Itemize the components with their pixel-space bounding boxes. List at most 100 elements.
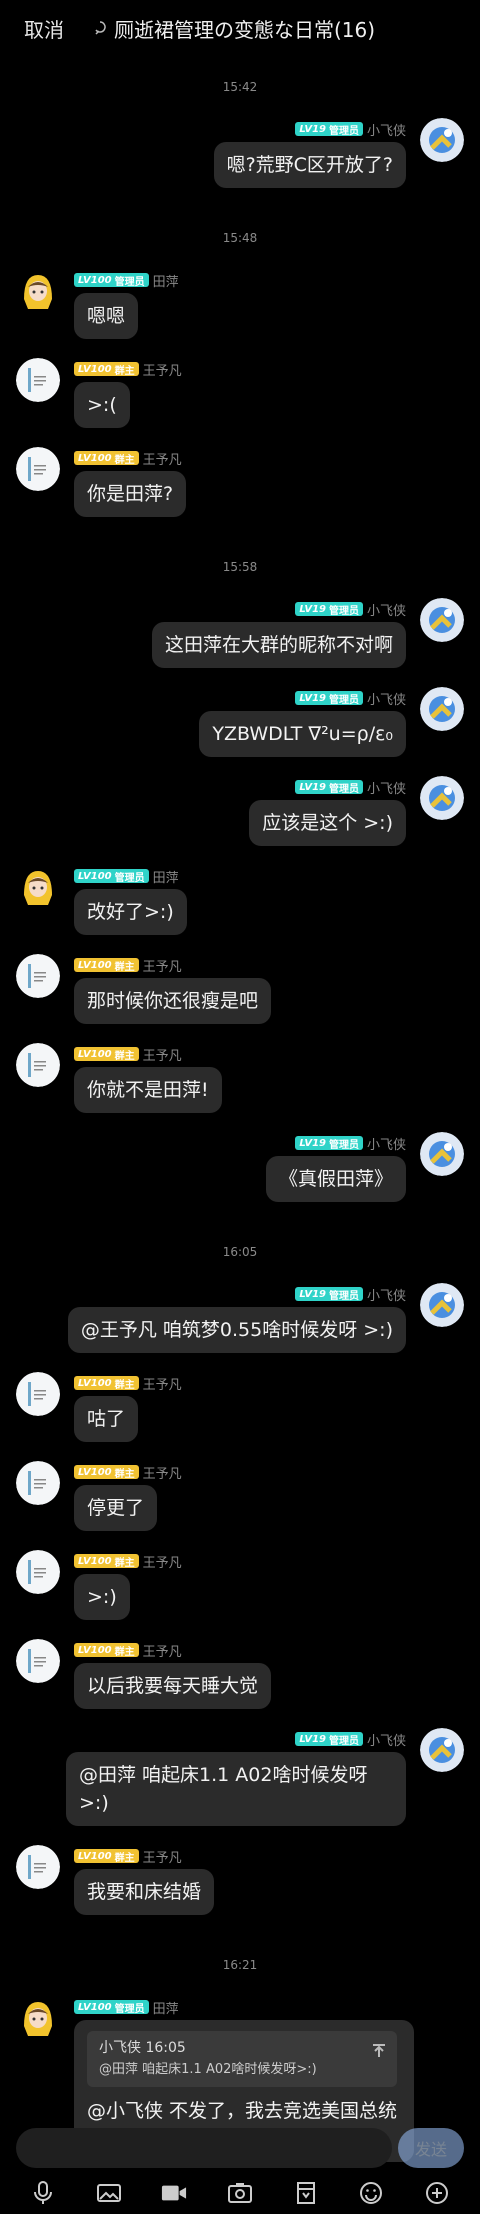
message-text: >:(	[87, 394, 117, 416]
role-badge: LV100 群主	[74, 1554, 139, 1569]
sender-name: 田萍	[152, 274, 179, 290]
role-label: 群主	[114, 1646, 135, 1658]
message-row: LV19 管理员 小飞侠 @田萍 咱起床1.1 A02啥时候发呀>:)	[0, 1728, 480, 1826]
level-label: LV100	[78, 1466, 112, 1478]
message-row: LV19 管理员 小飞侠 应该是这个 >:)	[0, 776, 480, 846]
sender-name: 王予凡	[142, 452, 182, 468]
input-bar: 发送	[0, 2124, 480, 2168]
xiaofeixia-avatar[interactable]	[420, 118, 464, 162]
wangyufan-avatar[interactable]	[16, 954, 60, 998]
role-label: 管理员	[114, 872, 145, 884]
message-row: LV19 管理员 小飞侠 嗯?荒野C区开放了?	[0, 118, 480, 188]
message-bubble[interactable]: 嗯?荒野C区开放了?	[213, 142, 406, 188]
message-text: 以后我要每天睡大觉	[87, 1675, 259, 1697]
wangyufan-avatar[interactable]	[16, 1043, 60, 1087]
send-button[interactable]: 发送	[398, 2128, 464, 2168]
sender-meta: LV100 群主 王予凡	[74, 1550, 480, 1572]
emoji-icon[interactable]	[358, 2180, 384, 2206]
role-badge: LV19 管理员	[295, 1136, 363, 1151]
role-label: 群主	[114, 1852, 135, 1864]
sender-meta: LV100 群主 王予凡	[74, 954, 480, 976]
message-bubble[interactable]: 你是田萍?	[74, 471, 187, 517]
message-bubble[interactable]: 改好了>:)	[74, 889, 187, 935]
wangyufan-avatar[interactable]	[16, 1372, 60, 1416]
message-bubble[interactable]: >:(	[74, 382, 130, 428]
message-text: 嗯嗯	[87, 305, 126, 327]
video-icon[interactable]	[161, 2180, 187, 2206]
message-bubble[interactable]: 以后我要每天睡大觉	[74, 1663, 272, 1709]
message-bubble[interactable]: 你就不是田萍!	[74, 1067, 222, 1113]
xiaofeixia-avatar[interactable]	[420, 598, 464, 642]
message-bubble[interactable]: 应该是这个 >:)	[249, 800, 406, 846]
sender-meta: LV100 管理员 田萍	[74, 865, 480, 887]
sender-meta: LV100 群主 王予凡	[74, 1461, 480, 1483]
sender-meta: LV100 群主 王予凡	[74, 1845, 480, 1867]
quoted-reply[interactable]: 小飞侠 16:05 @田萍 咱起床1.1 A02啥时候发呀>:)	[87, 2031, 397, 2087]
message-bubble[interactable]: YZBWDLT ∇²u=ρ/ε₀	[199, 711, 406, 757]
image-icon[interactable]	[96, 2180, 122, 2206]
sender-name: 王予凡	[142, 1850, 182, 1866]
quoted-text: @田萍 咱起床1.1 A02啥时候发呀>:)	[99, 2062, 317, 2077]
message-bubble[interactable]: @王予凡 咱筑梦0.55啥时候发呀 >:)	[67, 1307, 406, 1353]
message-bubble[interactable]: 那时候你还很瘦是吧	[74, 978, 272, 1024]
role-badge: LV19 管理员	[295, 602, 363, 617]
role-label: 群主	[114, 1379, 135, 1391]
chat-title: 厕逝裙管理の变態な日常(16)	[114, 17, 376, 42]
camera-icon[interactable]	[227, 2180, 253, 2206]
xiaofeixia-avatar[interactable]	[420, 1728, 464, 1772]
tianping-avatar[interactable]	[16, 1996, 60, 2040]
wangyufan-avatar[interactable]	[16, 358, 60, 402]
role-badge: LV100 群主	[74, 1465, 139, 1480]
tianping-avatar[interactable]	[16, 865, 60, 909]
sender-meta: LV100 管理员 田萍	[74, 1996, 480, 2018]
level-label: LV100	[78, 1555, 112, 1567]
message-input[interactable]	[16, 2128, 392, 2168]
message-bubble[interactable]: 嗯嗯	[74, 293, 139, 339]
wangyufan-avatar[interactable]	[16, 447, 60, 491]
xiaofeixia-avatar[interactable]	[420, 687, 464, 731]
voice-icon[interactable]	[30, 2180, 56, 2206]
level-label: LV19	[299, 1137, 326, 1149]
message-row: LV19 管理员 小飞侠 《真假田萍》	[0, 1132, 480, 1202]
wangyufan-avatar[interactable]	[16, 1461, 60, 1505]
sender-name: 小飞侠	[366, 692, 406, 708]
jump-to-icon[interactable]	[371, 2039, 387, 2057]
xiaofeixia-avatar[interactable]	[420, 776, 464, 820]
level-label: LV19	[299, 781, 326, 793]
message-bubble[interactable]: 我要和床结婚	[74, 1869, 215, 1915]
plus-icon[interactable]	[424, 2180, 450, 2206]
sender-name: 王予凡	[142, 1555, 182, 1571]
message-list[interactable]: 15:42 LV19 管理员 小飞侠 嗯?荒野C区开放了? 15:48 LV100 管理员 田萍…	[0, 56, 480, 2181]
wangyufan-avatar[interactable]	[16, 1845, 60, 1889]
level-label: LV100	[78, 870, 112, 882]
message-text: 改好了>:)	[87, 901, 174, 923]
xiaofeixia-avatar[interactable]	[420, 1132, 464, 1176]
message-bubble[interactable]: 《真假田萍》	[265, 1156, 406, 1202]
wangyufan-avatar[interactable]	[16, 1550, 60, 1594]
sender-meta: LV19 管理员 小飞侠	[0, 1283, 406, 1305]
xiaofeixia-avatar[interactable]	[420, 1283, 464, 1327]
level-label: LV100	[78, 2001, 112, 2013]
message-row: LV100 群主 王予凡 我要和床结婚	[0, 1845, 480, 1915]
wangyufan-avatar[interactable]	[16, 1639, 60, 1683]
role-label: 群主	[114, 1557, 135, 1569]
sender-meta: LV100 管理员 田萍	[74, 269, 480, 291]
quoted-header: 小飞侠 16:05	[99, 2040, 186, 2056]
tianping-avatar[interactable]	[16, 269, 60, 313]
message-bubble[interactable]: 停更了	[74, 1485, 158, 1531]
message-text: 你就不是田萍!	[87, 1079, 209, 1101]
cancel-button[interactable]: 取消	[24, 14, 64, 43]
role-label: 群主	[114, 1468, 135, 1480]
role-label: 群主	[114, 454, 135, 466]
timestamp: 15:58	[222, 560, 258, 574]
sender-meta: LV19 管理员 小飞侠	[0, 776, 406, 798]
file-icon[interactable]	[293, 2180, 319, 2206]
role-badge: LV19 管理员	[295, 780, 363, 795]
level-label: LV100	[78, 452, 112, 464]
message-bubble[interactable]: 咕了	[74, 1396, 139, 1442]
message-bubble[interactable]: @田萍 咱起床1.1 A02啥时候发呀>:)	[66, 1752, 406, 1826]
message-bubble[interactable]: 这田萍在大群的昵称不对啊	[151, 622, 406, 668]
message-bubble[interactable]: >:)	[74, 1574, 130, 1620]
role-label: 群主	[114, 365, 135, 377]
sender-name: 王予凡	[142, 1466, 182, 1482]
